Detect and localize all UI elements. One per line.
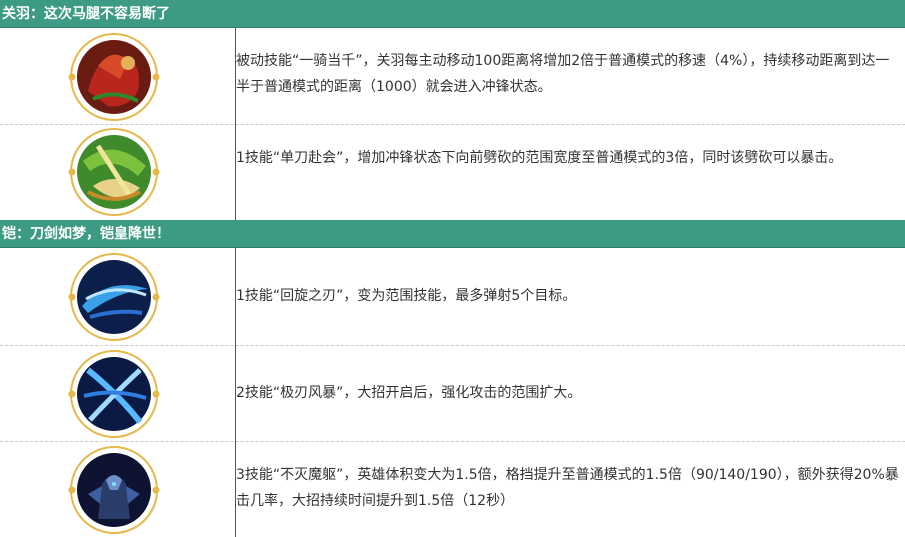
- skill-row: 1技能“回旋之刃”，变为范围技能，最多弹射5个目标。: [0, 248, 905, 346]
- section-header-kai: 铠：刀剑如梦，铠皇降世！: [0, 220, 905, 248]
- icon-cell: [0, 346, 235, 441]
- guanyu-passive-skill-icon: [68, 31, 160, 123]
- icon-cell: [0, 125, 235, 220]
- skill-row: 3技能“不灭魔躯”，英雄体积变大为1.5倍，格挡提升至普通模式的1.5倍（90/…: [0, 442, 905, 537]
- icon-cell: [0, 248, 235, 345]
- kai-skill1-icon: [68, 251, 160, 343]
- section-title: 铠：刀剑如梦，铠皇降世！: [2, 226, 170, 242]
- skill-description: 1技能“回旋之刃”，变为范围技能，最多弹射5个目标。: [236, 288, 577, 304]
- icon-cell: [0, 442, 235, 537]
- skill-row: 被动技能“一骑当千”，关羽每主动移动100距离将增加2倍于普通模式的移速（4%）…: [0, 28, 905, 125]
- section-title: 关羽：这次马腿不容易断了: [2, 6, 170, 22]
- skill-row: 2技能“极刃风暴”，大招开启后，强化攻击的范围扩大。: [0, 346, 905, 442]
- column-divider: [235, 125, 236, 220]
- icon-cell: [0, 28, 235, 124]
- skill-description: 被动技能“一骑当千”，关羽每主动移动100距离将增加2倍于普通模式的移速（4%）…: [236, 53, 890, 95]
- skill-description: 3技能“不灭魔躯”，英雄体积变大为1.5倍，格挡提升至普通模式的1.5倍（90/…: [236, 467, 899, 509]
- skill-row: 1技能“单刀赴会”，增加冲锋状态下向前劈砍的范围宽度至普通模式的3倍，同时该劈砍…: [0, 125, 905, 220]
- skill-description: 1技能“单刀赴会”，增加冲锋状态下向前劈砍的范围宽度至普通模式的3倍，同时该劈砍…: [236, 150, 843, 166]
- kai-skill2-icon: [68, 348, 160, 440]
- kai-skill3-icon: [68, 444, 160, 536]
- guanyu-skill1-icon: [68, 126, 160, 218]
- skill-description: 2技能“极刃风暴”，大招开启后，强化攻击的范围扩大。: [236, 385, 582, 401]
- section-header-guanyu: 关羽：这次马腿不容易断了: [0, 0, 905, 28]
